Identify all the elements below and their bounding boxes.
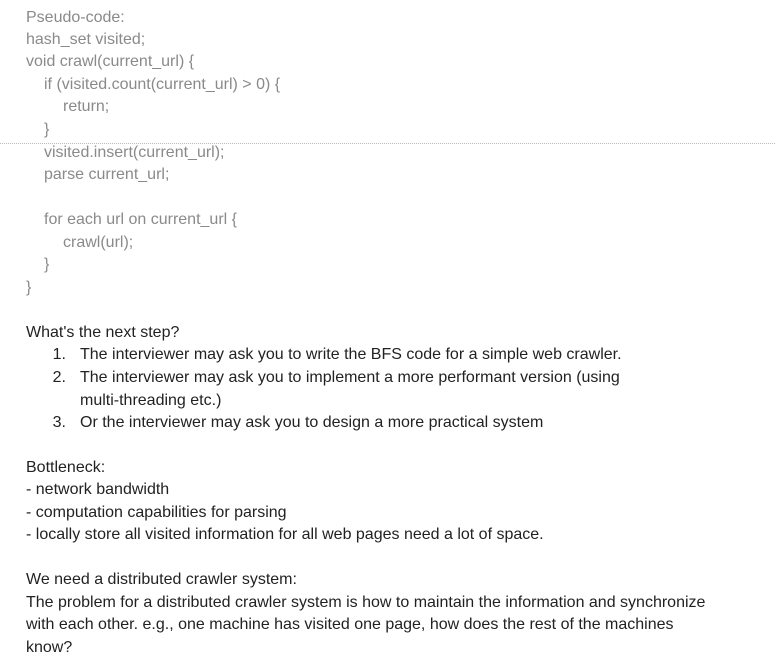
paragraph-line: with each other. e.g., one machine has v…	[26, 616, 674, 633]
paragraph-line: The problem for a distributed crawler sy…	[26, 594, 706, 611]
code-line: visited.insert(current_url);	[44, 144, 225, 161]
code-line: return;	[63, 98, 110, 115]
code-line: hash_set visited;	[26, 31, 146, 48]
code-line: void crawl(current_url) {	[26, 53, 195, 70]
next-step-heading: What's the next step?	[26, 324, 180, 341]
code-line: parse current_url;	[44, 166, 170, 183]
list-item: The interviewer may ask you to write the…	[80, 346, 622, 363]
code-line: }	[44, 121, 50, 138]
document-body: Pseudo-code: hash_set visited; void craw…	[0, 0, 775, 671]
bottleneck-item: - computation capabilities for parsing	[26, 504, 287, 521]
bottleneck-item: - locally store all visited information …	[26, 526, 544, 543]
bottleneck-item: - network bandwidth	[26, 481, 170, 498]
code-line: }	[44, 256, 50, 273]
list-item-number: 3.	[52, 414, 66, 431]
list-item: Or the interviewer may ask you to design…	[80, 414, 544, 431]
list-item: The interviewer may ask you to implement…	[80, 369, 620, 409]
code-line: for each url on current_url {	[44, 211, 237, 228]
code-line: Pseudo-code:	[26, 9, 125, 26]
code-line: if (visited.count(current_url) > 0) {	[44, 76, 281, 93]
list-item-number: 1.	[52, 346, 66, 363]
list-item-number: 2.	[52, 369, 66, 386]
distributed-heading: We need a distributed crawler system:	[26, 571, 297, 588]
bottleneck-heading: Bottleneck:	[26, 459, 106, 476]
paragraph-line: know?	[26, 639, 73, 656]
code-line: crawl(url);	[63, 234, 134, 251]
code-line: }	[26, 279, 32, 296]
